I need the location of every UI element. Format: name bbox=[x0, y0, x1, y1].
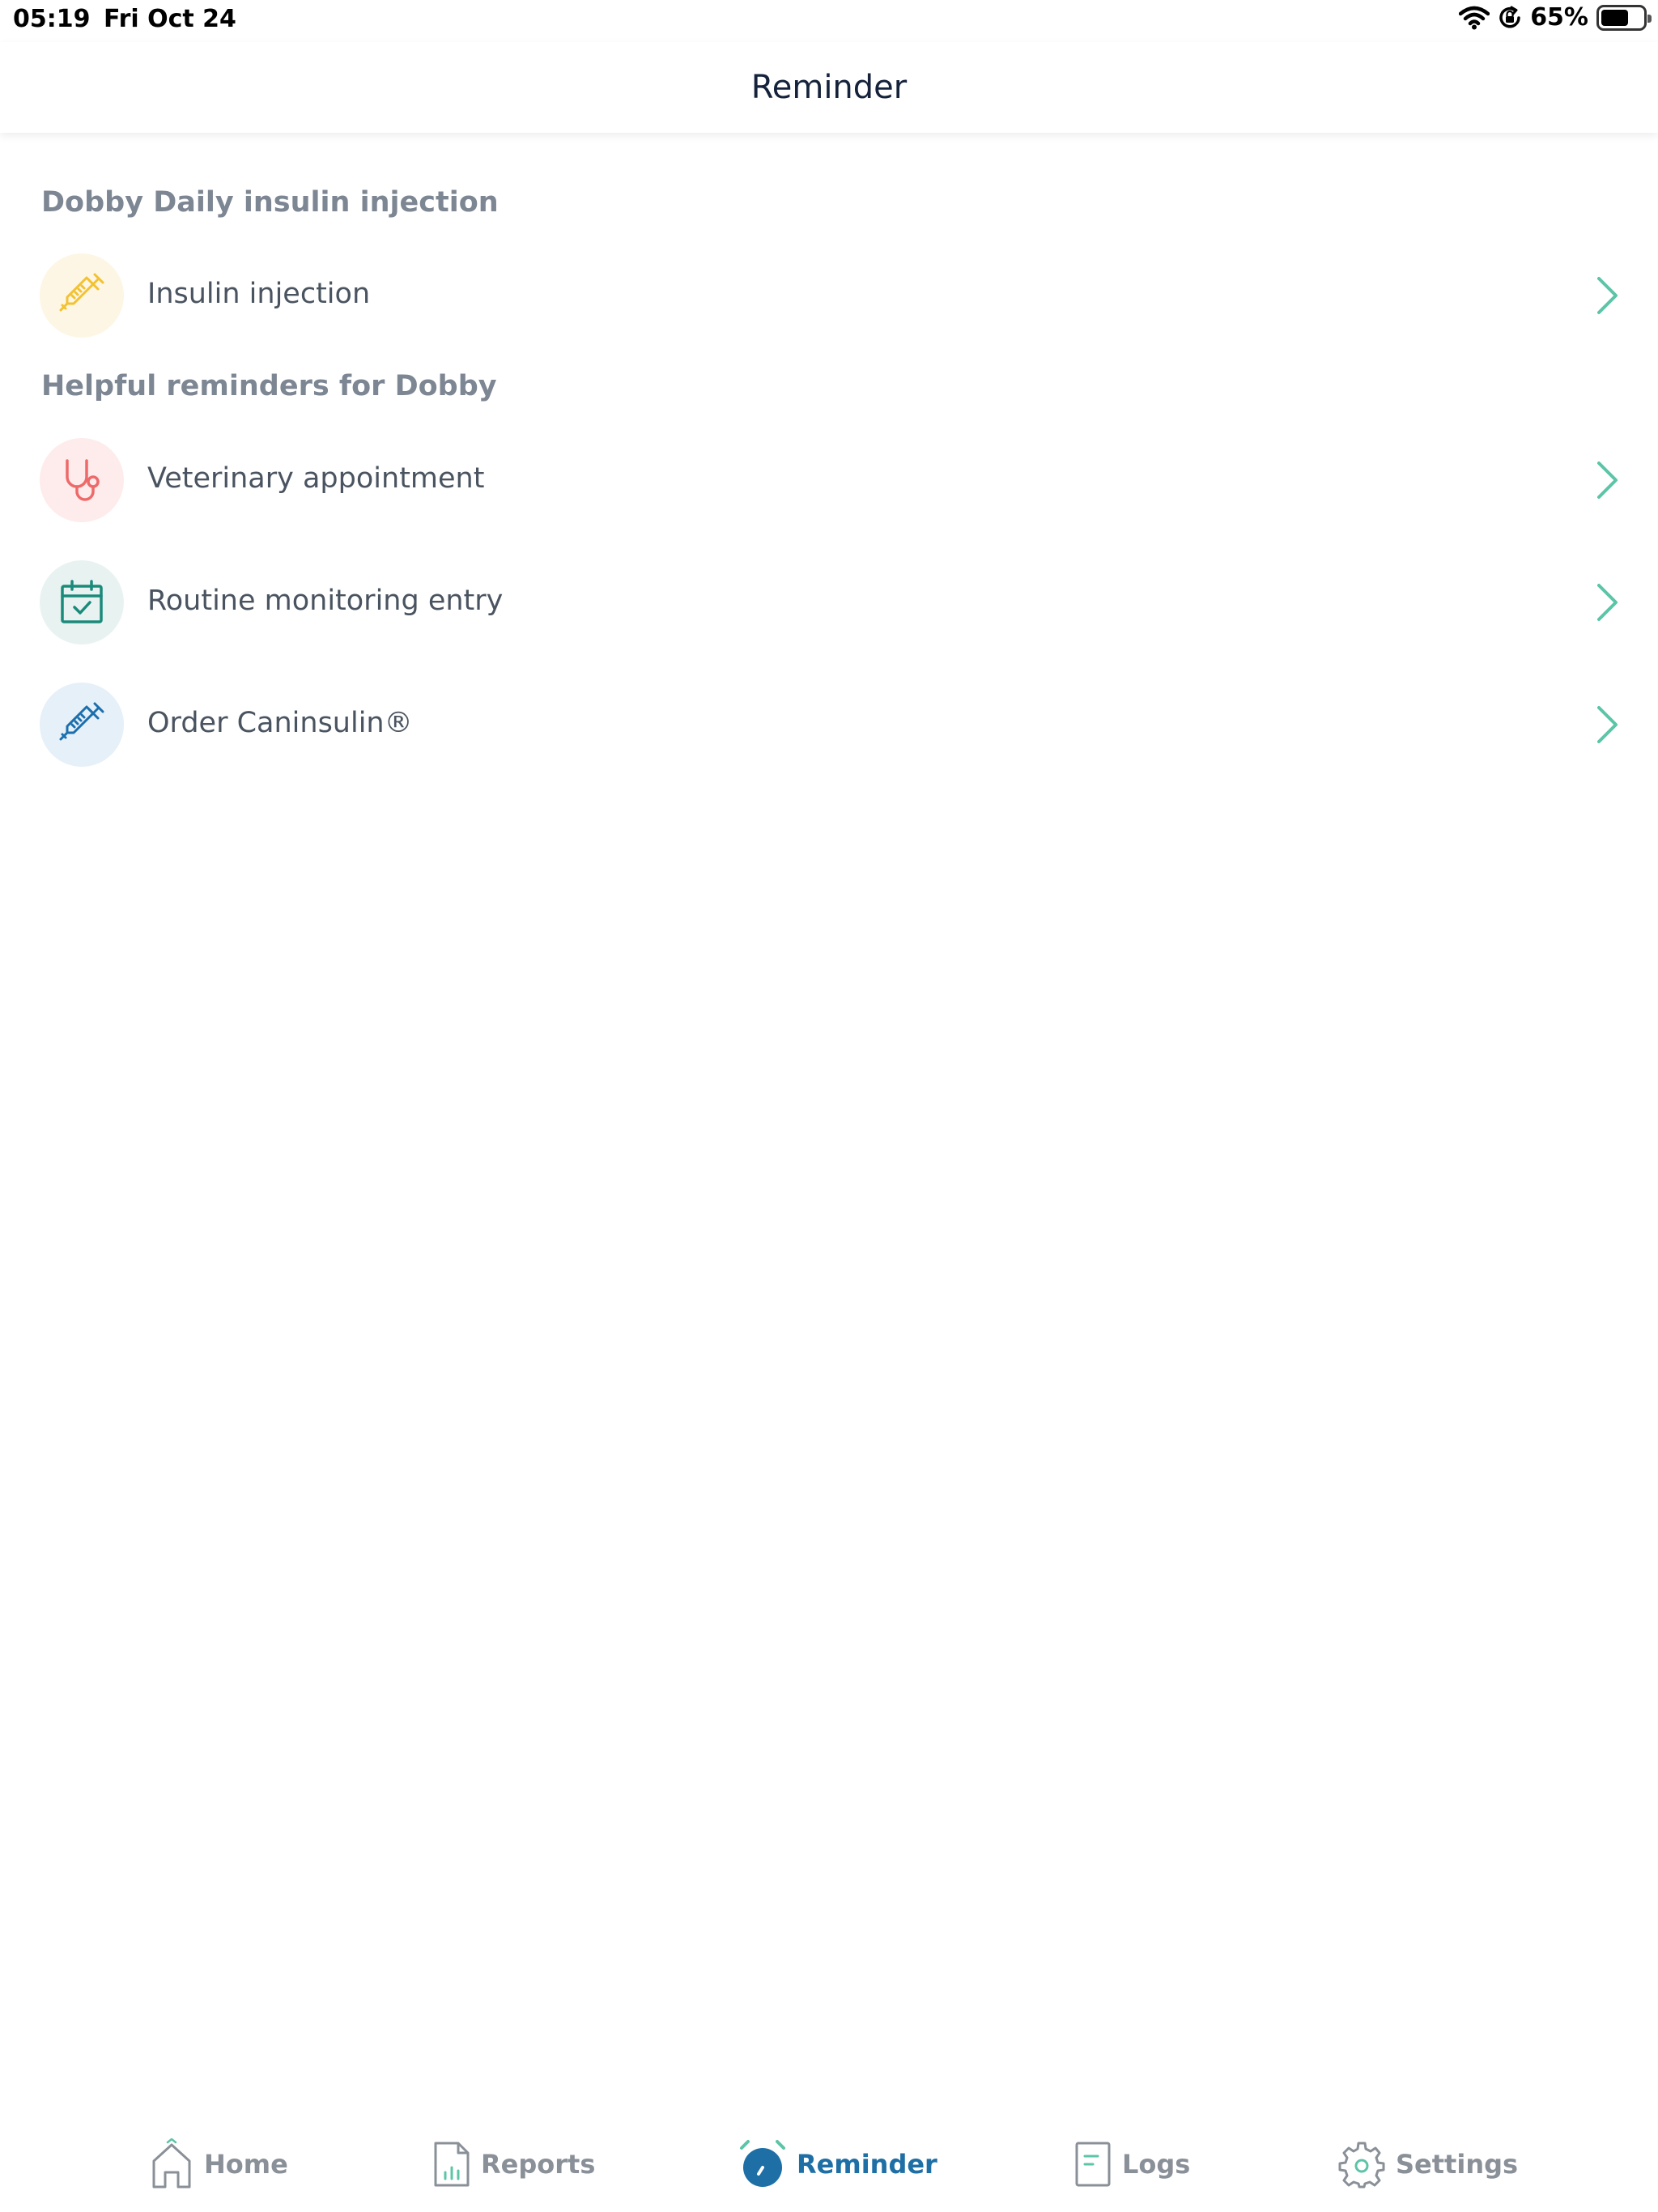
stethoscope-icon bbox=[66, 459, 100, 501]
reminder-label: Veterinary appointment bbox=[147, 462, 485, 495]
reminder-label: Order Caninsulin® bbox=[147, 707, 413, 739]
tab-label: Logs bbox=[1122, 2149, 1191, 2180]
monitoring-icon-badge bbox=[40, 560, 124, 644]
calendar-check-icon bbox=[61, 580, 103, 623]
reminder-row-insulin-injection[interactable]: Insulin injection bbox=[0, 247, 1658, 344]
section-header-helpful: Helpful reminders for Dobby bbox=[41, 370, 497, 402]
reminder-row-routine-monitoring[interactable]: Routine monitoring entry bbox=[0, 554, 1658, 651]
tab-label: Reminder bbox=[797, 2149, 937, 2180]
orientation-lock-icon bbox=[1499, 6, 1520, 28]
tab-label: Reports bbox=[481, 2149, 596, 2180]
wifi-icon bbox=[1459, 6, 1490, 29]
page-title: Reminder bbox=[750, 69, 908, 106]
reminder-row-order-caninsulin[interactable]: Order Caninsulin® bbox=[0, 676, 1658, 773]
logbook-icon bbox=[1075, 2142, 1111, 2187]
alarm-clock-icon bbox=[740, 2140, 785, 2187]
status-time: 05:19 bbox=[13, 5, 91, 33]
chevron-right-icon bbox=[1597, 277, 1618, 314]
battery-fill bbox=[1601, 9, 1628, 26]
tab-reports[interactable]: Reports bbox=[432, 2136, 595, 2193]
syringe-icon bbox=[59, 702, 104, 741]
tab-reminder[interactable]: Reminder bbox=[738, 2136, 937, 2193]
battery-icon bbox=[1596, 4, 1652, 31]
tab-home[interactable]: Home bbox=[149, 2136, 288, 2193]
chevron-right-icon bbox=[1597, 462, 1618, 499]
navigation-bar: Reminder bbox=[0, 42, 1658, 133]
gear-icon bbox=[1338, 2142, 1385, 2189]
order-icon-badge bbox=[40, 683, 124, 767]
reminder-label: Routine monitoring entry bbox=[147, 585, 504, 617]
section-header-daily: Dobby Daily insulin injection bbox=[41, 186, 499, 219]
report-icon bbox=[434, 2142, 470, 2187]
home-icon bbox=[152, 2138, 191, 2189]
tab-bar: Home Reports Reminder Logs Settings bbox=[0, 2107, 1658, 2212]
status-date: Fri Oct 24 bbox=[104, 5, 236, 33]
syringe-icon bbox=[59, 273, 104, 312]
chevron-right-icon bbox=[1597, 584, 1618, 621]
tab-logs[interactable]: Logs bbox=[1073, 2136, 1190, 2193]
reminder-label: Insulin injection bbox=[147, 278, 371, 310]
chevron-right-icon bbox=[1597, 706, 1618, 743]
tab-label: Settings bbox=[1396, 2149, 1519, 2180]
status-bar: 05:19 Fri Oct 24 65% bbox=[0, 0, 1658, 42]
status-indicators: 65% bbox=[1459, 3, 1652, 32]
tab-label: Home bbox=[204, 2149, 288, 2180]
battery-percent: 65% bbox=[1530, 3, 1588, 32]
veterinary-icon-badge bbox=[40, 438, 124, 522]
tab-settings[interactable]: Settings bbox=[1337, 2136, 1518, 2193]
reminder-row-veterinary-appointment[interactable]: Veterinary appointment bbox=[0, 432, 1658, 529]
insulin-icon-badge bbox=[40, 253, 124, 338]
